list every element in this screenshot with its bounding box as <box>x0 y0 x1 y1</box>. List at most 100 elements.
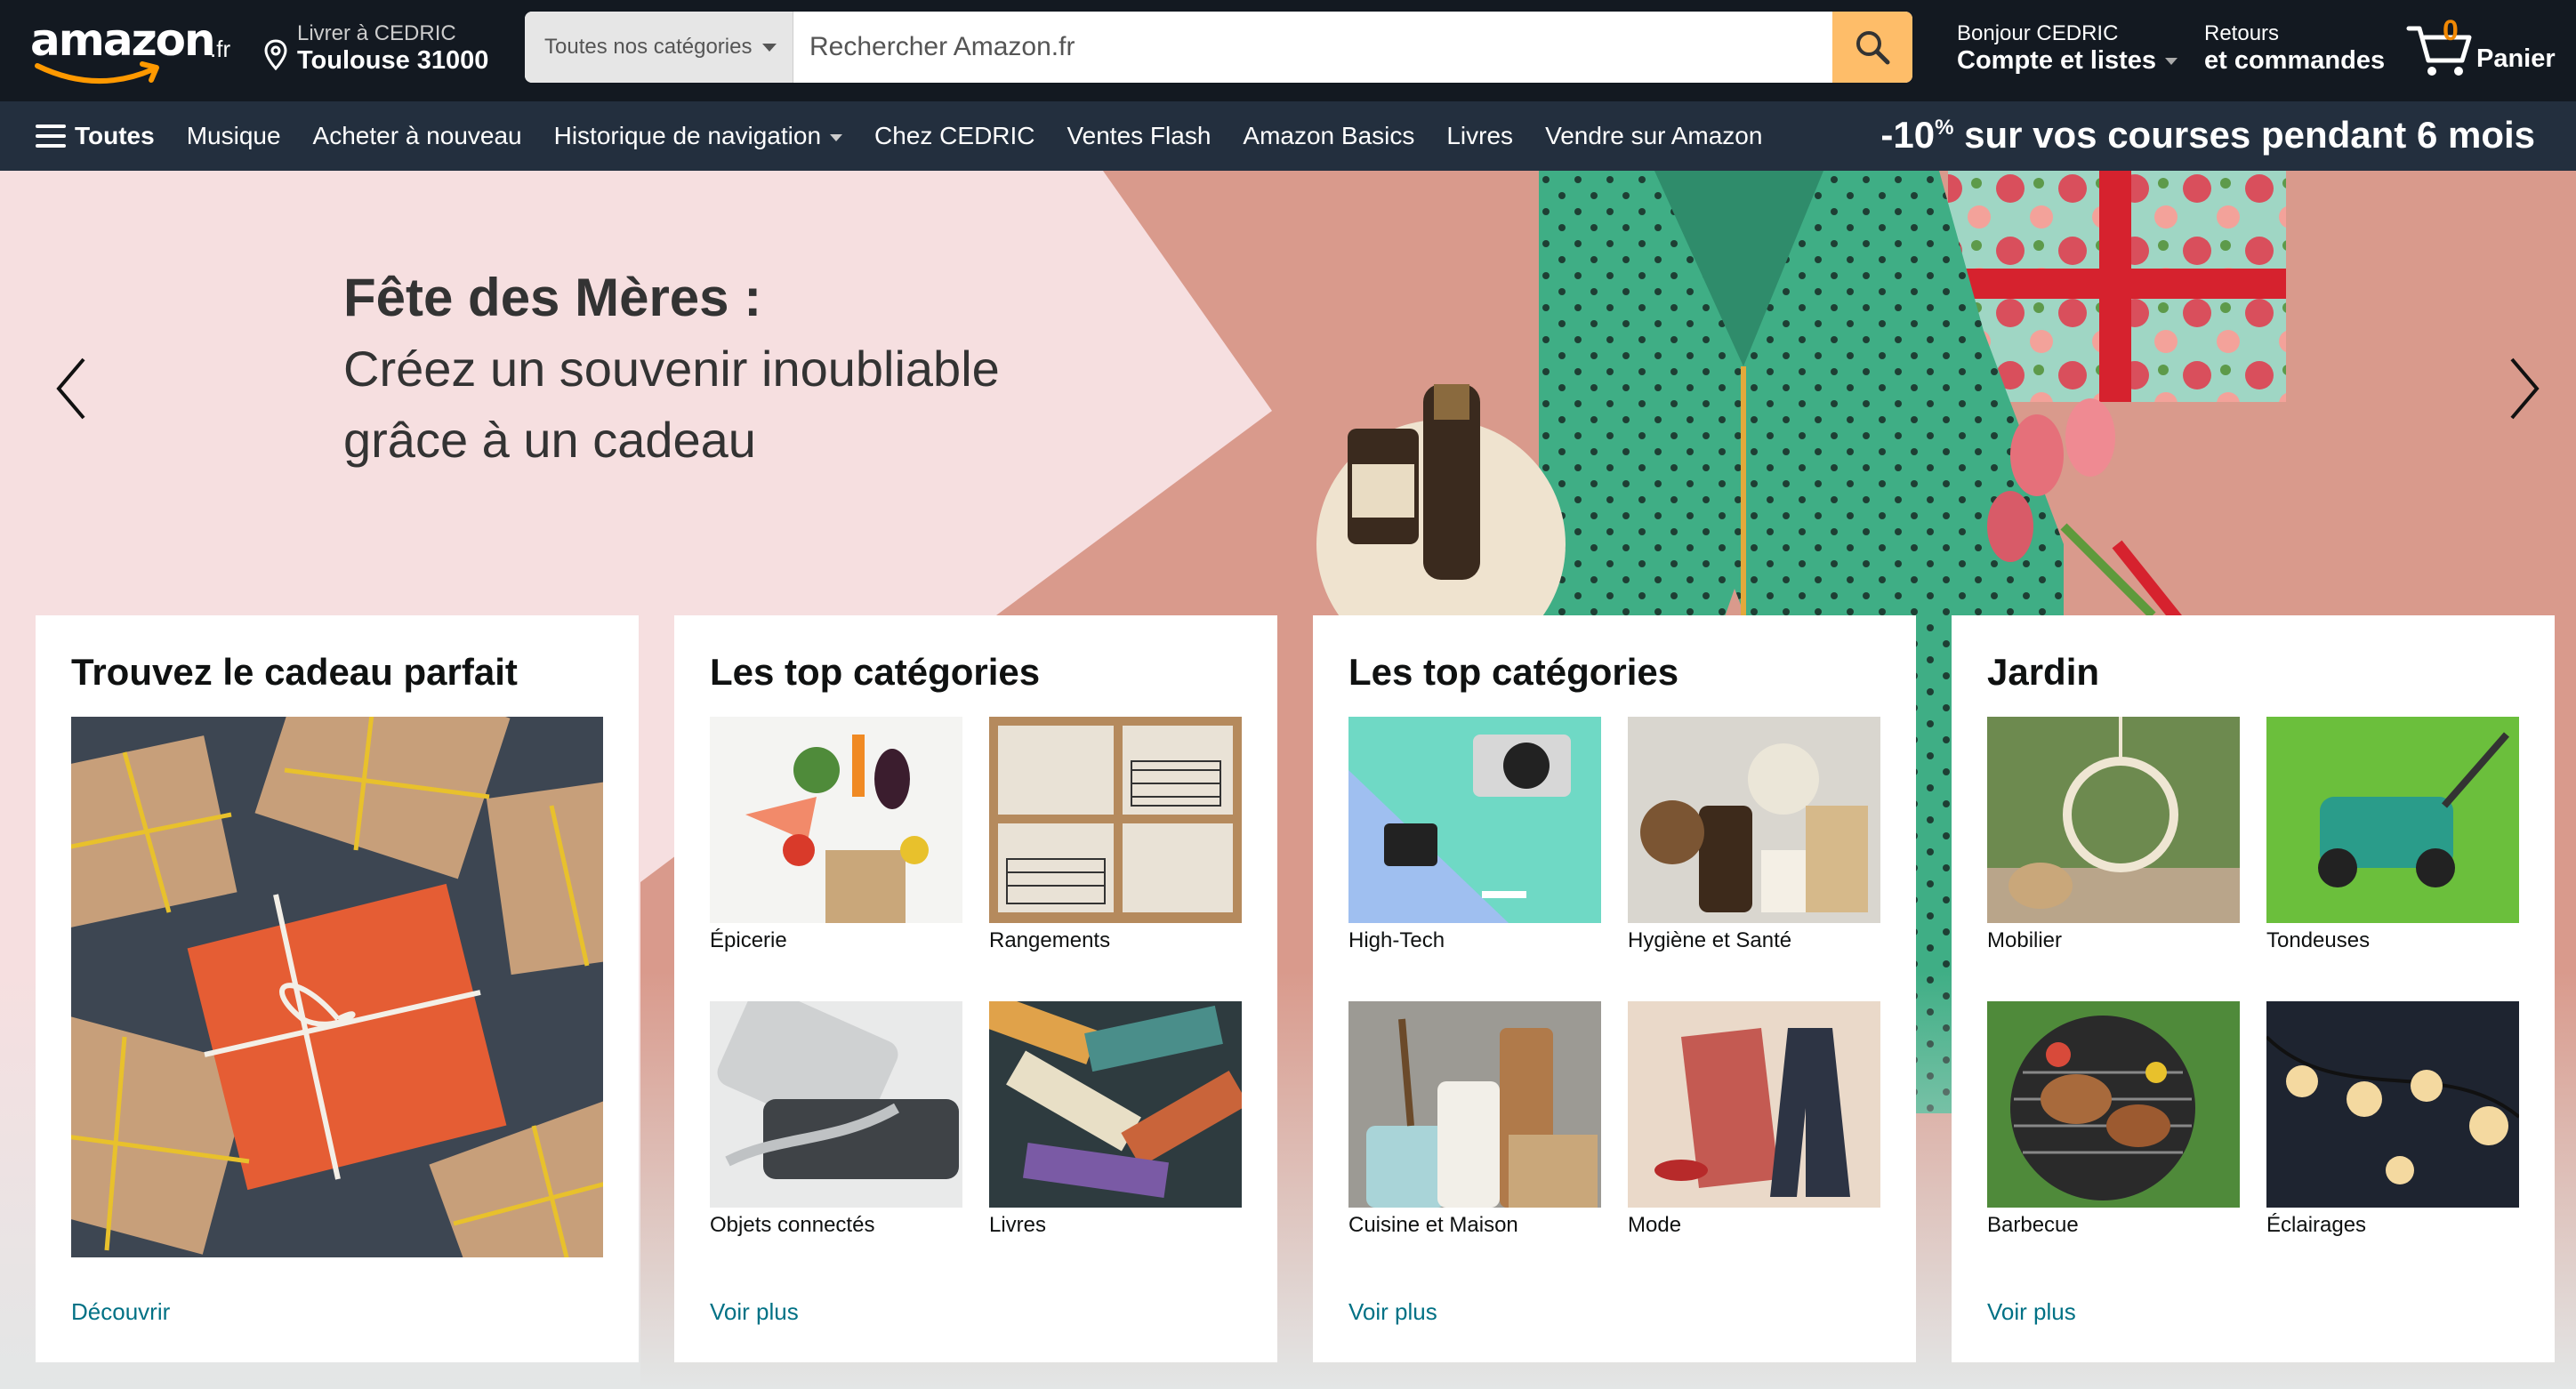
account-greeting: Bonjour CEDRIC <box>1957 21 2119 45</box>
search-category-select[interactable]: Toutes nos catégories <box>525 12 793 83</box>
deliver-location: Toulouse 31000 <box>297 46 489 75</box>
category-tile-livres[interactable]: Livres <box>989 1001 1242 1238</box>
card-title: Les top catégories <box>1348 651 1679 693</box>
orders-label: et commandes <box>2204 46 2386 75</box>
nav-link-musique[interactable]: Musique <box>187 122 281 150</box>
lights-image <box>2266 1001 2519 1208</box>
hero-subtitle-line1: Créez un souvenir inoubliable <box>343 341 1000 397</box>
card-title: Les top catégories <box>710 651 1041 693</box>
nav-link-livres[interactable]: Livres <box>1446 122 1513 150</box>
card-link-voir-plus[interactable]: Voir plus <box>1987 1298 2076 1326</box>
gift-boxes-image[interactable] <box>71 717 603 1257</box>
tile-caption: Livres <box>989 1213 1047 1237</box>
card-title: Trouvez le cadeau parfait <box>71 651 518 693</box>
gift-image <box>71 717 603 1257</box>
deliver-label: Livrer à CEDRIC <box>297 21 456 45</box>
promo-text: sur vos courses pendant 6 mois <box>1953 114 2535 156</box>
chevron-down-icon <box>830 133 843 141</box>
all-menu-button[interactable]: Toutes <box>36 122 155 150</box>
category-tile-eclairages[interactable]: Éclairages <box>2266 1001 2519 1238</box>
logo-tld: .fr <box>210 36 231 62</box>
groceries-image <box>710 717 962 923</box>
cart-label: Panier <box>2476 44 2556 73</box>
returns-orders[interactable]: Retours et commandes <box>2204 20 2391 82</box>
hero-subtitle-line2: grâce à un cadeau <box>343 412 756 468</box>
category-tile-epicerie[interactable]: Épicerie <box>710 717 962 953</box>
barbecue-image <box>1987 1001 2240 1208</box>
account-menu[interactable]: Bonjour CEDRIC Compte et listes <box>1957 20 2178 82</box>
deliver-to[interactable]: Livrer à CEDRIC Toulouse 31000 <box>263 20 512 82</box>
logo-smile-icon <box>35 61 159 84</box>
nav-link-browsing-history-label: Historique de navigation <box>553 122 822 149</box>
category-tile-tondeuses[interactable]: Tondeuses <box>2266 717 2519 953</box>
nav-link-sell[interactable]: Vendre sur Amazon <box>1545 122 1762 150</box>
tile-caption: Objets connectés <box>710 1213 875 1237</box>
nav-link-browsing-history[interactable]: Historique de navigation <box>553 122 843 150</box>
camera-image <box>1348 717 1601 923</box>
hygiene-image <box>1628 717 1880 923</box>
cart-count: 0 <box>2443 14 2459 46</box>
hero-title: Fête des Mères : <box>343 268 762 327</box>
hero-text: Fête des Mères : Créez un souvenir inoub… <box>343 267 1144 476</box>
category-tile-cuisine-maison[interactable]: Cuisine et Maison <box>1348 1001 1601 1238</box>
category-tile-objets-connectes[interactable]: Objets connectés <box>710 1001 962 1238</box>
menu-icon <box>36 124 66 148</box>
category-tile-high-tech[interactable]: High-Tech <box>1348 717 1601 953</box>
storage-image <box>989 717 1242 923</box>
returns-label: Retours <box>2204 21 2280 45</box>
promo-prefix: -10 <box>1880 114 1936 156</box>
tile-caption: Hygiène et Santé <box>1628 928 1792 952</box>
tile-caption: Épicerie <box>710 928 787 952</box>
powerbank-image <box>710 1001 962 1208</box>
tile-caption: Mode <box>1628 1213 1682 1237</box>
card-jardin: Jardin Mobilier Tondeuses Barbecue Éclai… <box>1952 615 2555 1362</box>
nav-link-buy-again[interactable]: Acheter à nouveau <box>313 122 522 150</box>
chevron-down-icon <box>762 44 777 52</box>
books-image <box>989 1001 1242 1208</box>
promo-percent: % <box>1935 116 1954 140</box>
tile-caption: Barbecue <box>1987 1213 2079 1237</box>
chevron-down-icon <box>2165 58 2178 66</box>
card-top-categories-2: Les top catégories High-Tech Hygiène et … <box>1313 615 1916 1362</box>
tile-caption: Rangements <box>989 928 1111 952</box>
tile-caption: High-Tech <box>1348 928 1445 952</box>
garden-furniture-image <box>1987 717 2240 923</box>
top-nav: amazon .fr Livrer à CEDRIC Toulouse 3100… <box>0 0 2576 101</box>
kitchen-image <box>1348 1001 1601 1208</box>
search-bar: Toutes nos catégories <box>525 12 1912 83</box>
fashion-image <box>1628 1001 1880 1208</box>
category-tile-rangements[interactable]: Rangements <box>989 717 1242 953</box>
cart-button[interactable]: 0 Panier <box>2405 12 2565 84</box>
location-pin-icon <box>264 39 287 71</box>
carousel-prev-arrow-icon[interactable] <box>44 349 98 429</box>
account-lists-row: Compte et listes <box>1957 46 2178 76</box>
nav-link-ventes-flash[interactable]: Ventes Flash <box>1067 122 1212 150</box>
all-menu-label: Toutes <box>75 122 155 149</box>
promo-banner[interactable]: -10% sur vos courses pendant 6 mois <box>1880 114 2535 157</box>
search-icon <box>1856 31 1890 65</box>
cart-icon <box>2406 26 2472 76</box>
category-tile-barbecue[interactable]: Barbecue <box>1987 1001 2240 1238</box>
lawnmower-image <box>2266 717 2519 923</box>
card-title: Jardin <box>1987 651 2100 693</box>
card-top-categories-1: Les top catégories Épicerie Rangements O… <box>674 615 1277 1362</box>
search-button[interactable] <box>1832 12 1912 83</box>
category-tile-hygiene-sante[interactable]: Hygiène et Santé <box>1628 717 1880 953</box>
search-category-label: Toutes nos catégories <box>544 35 753 59</box>
card-link-voir-plus[interactable]: Voir plus <box>710 1298 799 1326</box>
category-tile-mode[interactable]: Mode <box>1628 1001 1880 1238</box>
tile-caption: Éclairages <box>2266 1213 2367 1237</box>
card-link-decouvrir[interactable]: Découvrir <box>71 1298 170 1326</box>
search-input[interactable] <box>793 12 1832 83</box>
card-gift-finder: Trouvez le cadeau parfait Découvrir <box>36 615 639 1362</box>
category-tile-mobilier[interactable]: Mobilier <box>1987 717 2240 953</box>
secondary-nav: Toutes Musique Acheter à nouveau Histori… <box>0 101 2576 171</box>
nav-link-chez-cedric[interactable]: Chez CEDRIC <box>874 122 1034 150</box>
tile-caption: Mobilier <box>1987 928 2063 952</box>
tile-caption: Tondeuses <box>2266 928 2371 952</box>
account-lists-label: Compte et listes <box>1957 46 2156 75</box>
carousel-next-arrow-icon[interactable] <box>2498 349 2551 429</box>
nav-link-amazon-basics[interactable]: Amazon Basics <box>1243 122 1414 150</box>
amazon-logo[interactable]: amazon .fr <box>25 12 238 91</box>
card-link-voir-plus[interactable]: Voir plus <box>1348 1298 1437 1326</box>
